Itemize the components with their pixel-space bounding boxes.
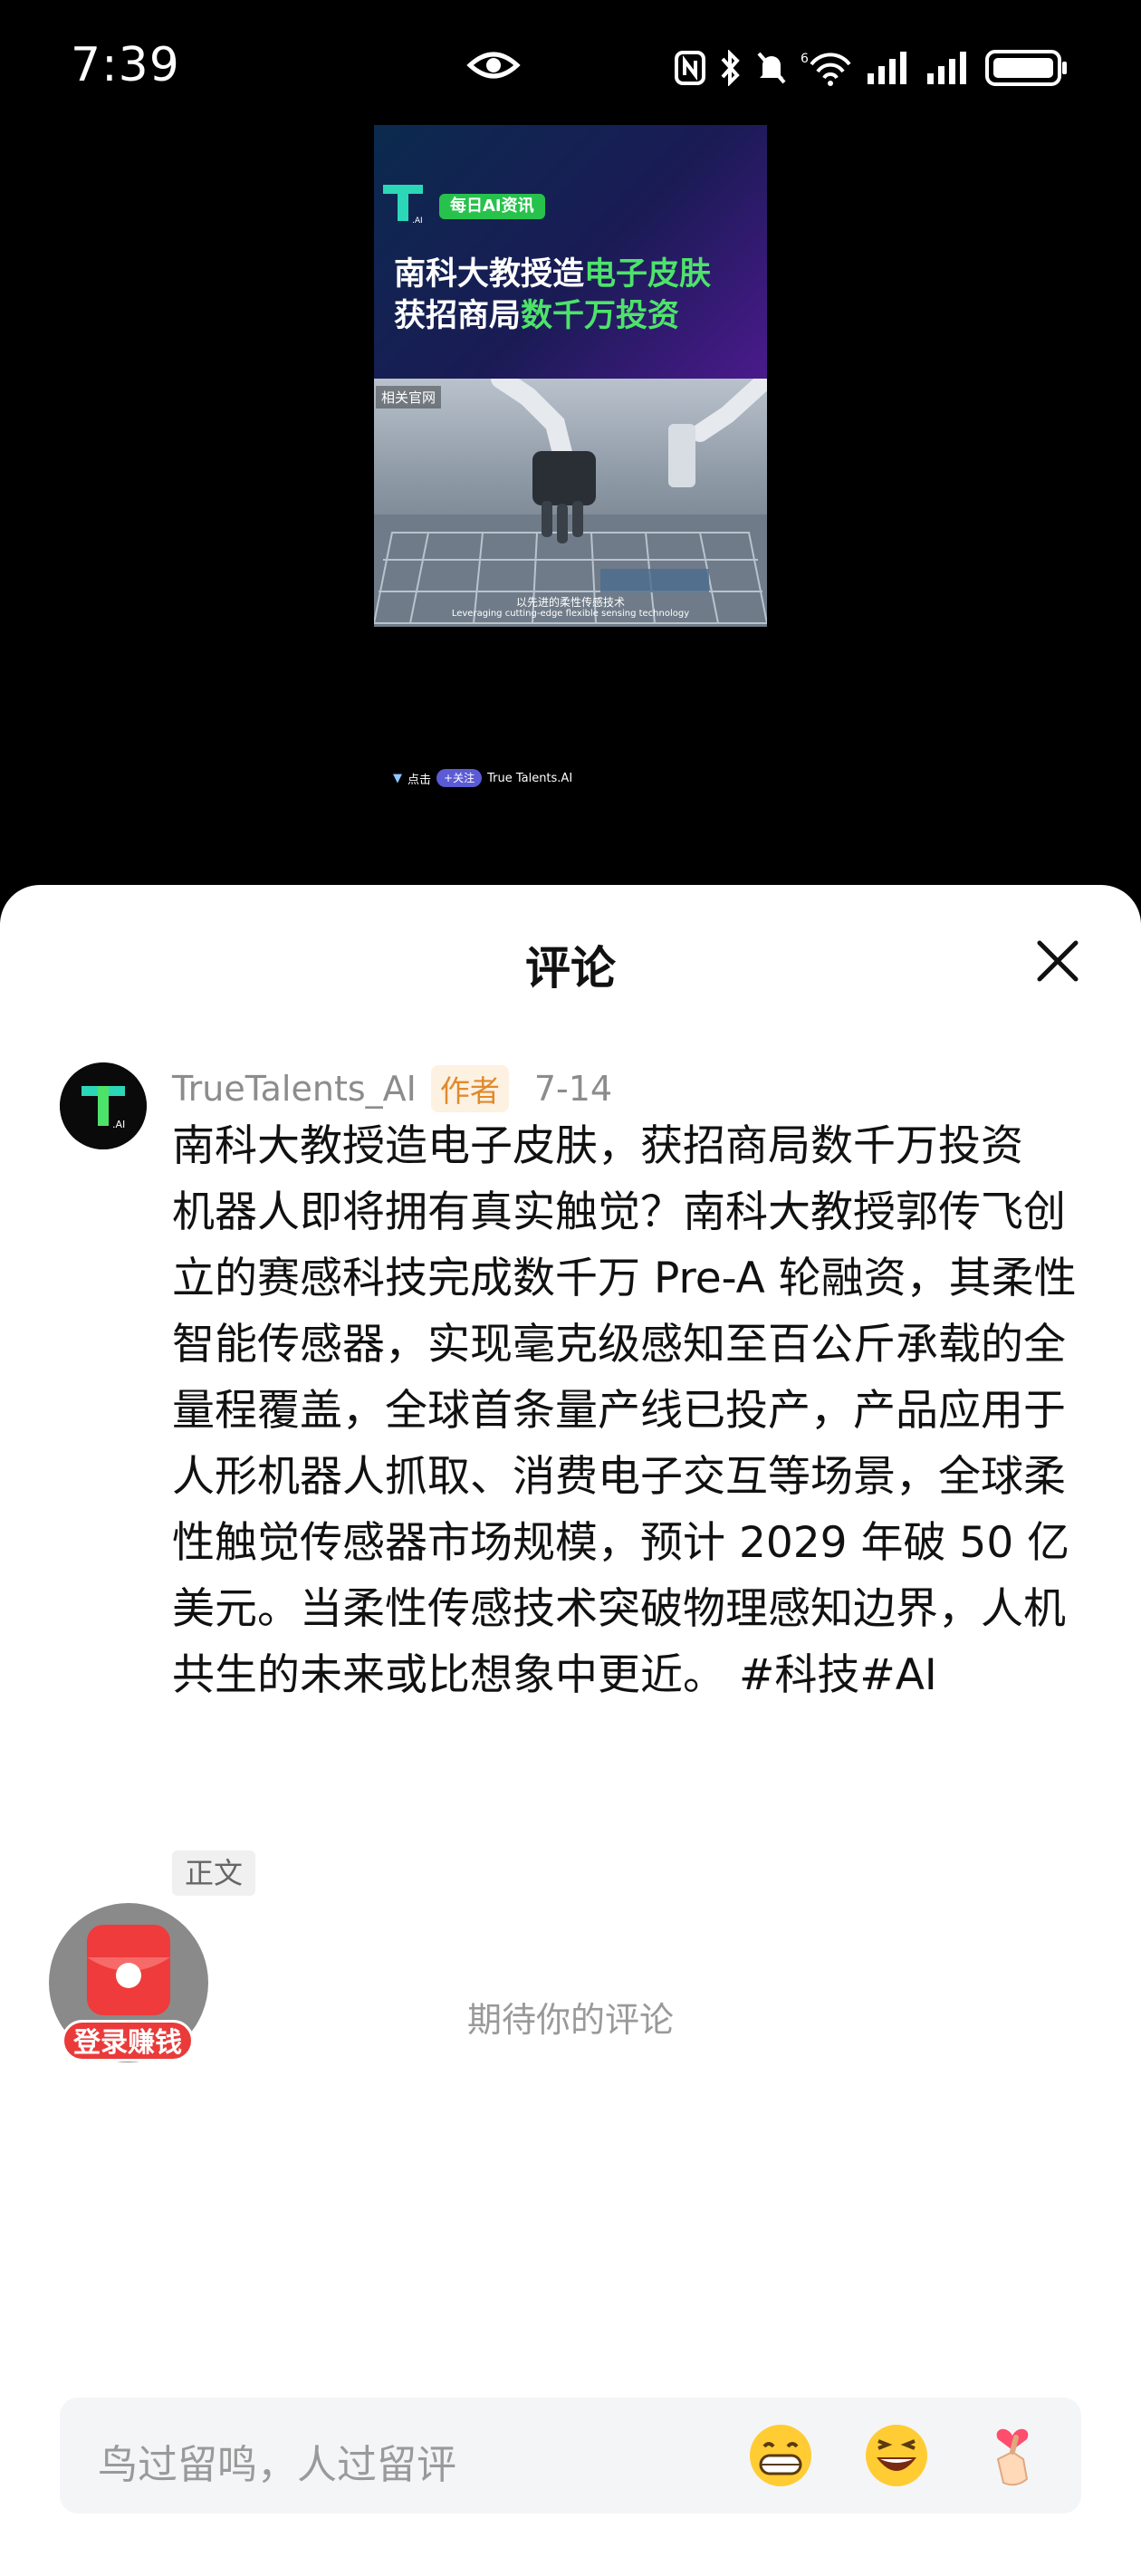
- title-highlight: 数千万投资: [521, 298, 680, 334]
- truetalents-avatar-icon: .AI: [60, 1062, 147, 1149]
- title-text: 南科大教授造: [394, 256, 585, 293]
- video-caption-en: Leveraging cutting-edge flexible sensing…: [451, 609, 690, 619]
- comments-sheet: 评论 .AI TrueTalents_AI 作者 7-14 南科大教授造电子皮肤…: [0, 885, 1141, 2576]
- title-text: 获招商局: [394, 298, 522, 334]
- bluetooth-icon: [721, 50, 740, 86]
- laughing-emoji[interactable]: [860, 2419, 933, 2492]
- video-source: 相关官网: [376, 386, 442, 409]
- video-title-line2: 获招商局数千万投资: [394, 295, 765, 337]
- nfc-icon: [675, 51, 705, 85]
- signal-icon: [927, 52, 966, 84]
- battery-icon: [985, 50, 1067, 86]
- comment-input-placeholder: 鸟过留鸣，人过留评: [98, 2442, 456, 2488]
- author-name[interactable]: TrueTalents_AI: [172, 1069, 417, 1109]
- status-icons: 6: [674, 47, 1069, 89]
- author-badge: 作者: [430, 1065, 509, 1112]
- grinning-emoji[interactable]: [744, 2419, 817, 2492]
- truetalents-logo-icon: .AI: [383, 185, 423, 225]
- svg-text:.AI: .AI: [412, 216, 423, 225]
- comment-text: 南科大教授造电子皮肤，获招商局数千万投资 机器人即将拥有真实触觉？南科大教授郭传…: [172, 1121, 1077, 1700]
- follow-prefix: 点击: [408, 773, 432, 787]
- video-title-line1: 南科大教授造电子皮肤: [394, 254, 765, 295]
- svg-text:6: 6: [801, 52, 809, 66]
- finger-heart-emoji[interactable]: [976, 2419, 1049, 2492]
- follow-channel[interactable]: ▼ 点击 +关注 True Talents.AI: [393, 766, 572, 790]
- sheet-title: 评论: [525, 942, 616, 995]
- eye-icon: [466, 52, 521, 79]
- video-player[interactable]: .AI 每日AI资讯 南科大教授造电子皮肤 获招商局数千万投资 相关官网 以先进…: [374, 125, 767, 627]
- status-bar: 7:39 6: [0, 0, 1141, 136]
- empty-comments-hint: 期待你的评论: [466, 2000, 674, 2040]
- svg-text:.AI: .AI: [112, 1119, 125, 1130]
- follow-button[interactable]: +关注: [436, 769, 483, 787]
- mute-icon: [757, 52, 786, 84]
- thumb-header: [374, 125, 767, 379]
- main-text-tag: 正文: [172, 1850, 256, 1896]
- title-highlight: 电子皮肤: [584, 256, 712, 293]
- channel-name: True Talents.AI: [487, 771, 573, 785]
- signal-icon: [868, 52, 906, 84]
- status-time: 7:39: [71, 38, 180, 92]
- robot-scene-image: [374, 369, 767, 627]
- robot-arm-illustration: [374, 369, 767, 627]
- video-badge: 每日AI资讯: [439, 194, 545, 219]
- wifi-6-icon: 6: [801, 52, 851, 86]
- avatar[interactable]: .AI: [60, 1062, 147, 1149]
- video-caption-cn: 以先进的柔性传感技术: [515, 596, 625, 609]
- comment-input[interactable]: 鸟过留鸣，人过留评: [60, 2398, 1081, 2514]
- play-triangle-icon: ▼: [393, 771, 402, 785]
- close-icon[interactable]: [1032, 936, 1083, 986]
- comment-date: 7-14: [533, 1069, 613, 1109]
- comment-meta: TrueTalents_AI 作者 7-14: [172, 1061, 612, 1117]
